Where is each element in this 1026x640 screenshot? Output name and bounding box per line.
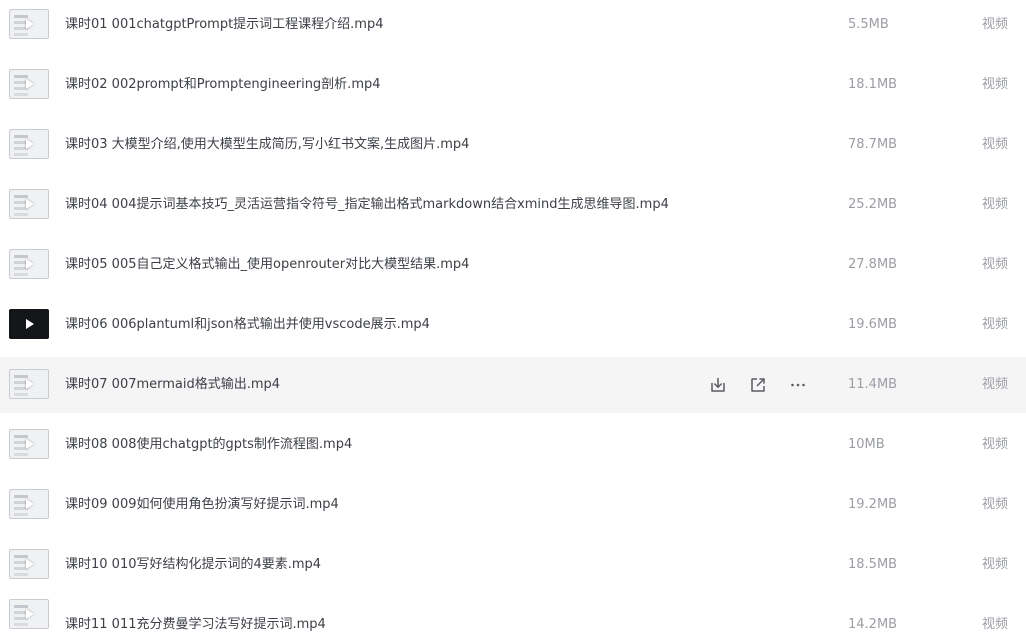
video-thumbnail-icon[interactable] [9,369,49,399]
file-type: 视频 [982,317,1009,332]
share-button[interactable] [746,373,770,397]
file-type: 视频 [982,617,1009,632]
file-list: 课时01 001chatgptPrompt提示词工程课程介绍.mp4 5.5MB… [0,0,1026,640]
video-thumbnail-icon[interactable] [9,129,49,159]
row-actions [706,373,826,397]
file-size: 14.2MB [848,617,898,632]
download-icon [711,377,725,392]
file-name[interactable]: 课时01 001chatgptPrompt提示词工程课程介绍.mp4 [65,0,384,53]
play-icon [26,609,34,619]
file-type: 视频 [982,197,1009,212]
file-name[interactable]: 课时03 大模型介绍,使用大模型生成简历,写小红书文案,生成图片.mp4 [65,117,469,173]
share-icon [751,378,765,392]
play-icon [26,139,34,149]
file-size: 19.2MB [848,497,898,512]
file-size: 27.8MB [848,257,898,272]
file-name[interactable]: 课时07 007mermaid格式输出.mp4 [65,357,280,413]
file-name[interactable]: 课时09 009如何使用角色扮演写好提示词.mp4 [65,477,339,533]
play-icon [26,199,34,209]
video-thumbnail-icon[interactable] [9,9,49,39]
download-button[interactable] [706,373,730,397]
play-icon [26,79,34,89]
file-type: 视频 [982,497,1009,512]
file-size: 10MB [848,437,885,452]
file-name[interactable]: 课时02 002prompt和Promptengineering剖析.mp4 [65,57,381,113]
video-thumbnail-icon[interactable] [9,489,49,519]
video-thumbnail-dark-icon[interactable] [9,309,49,339]
file-row-hovered[interactable]: 课时07 007mermaid格式输出.mp4 11.4MB 视频 [0,357,1026,413]
play-icon [26,19,34,29]
file-row[interactable]: 课时04 004提示词基本技巧_灵活运营指令符号_指定输出格式markdown结… [0,177,1026,233]
file-row[interactable]: 课时02 002prompt和Promptengineering剖析.mp4 1… [0,57,1026,113]
play-icon [26,319,34,329]
file-type: 视频 [982,377,1009,392]
play-icon [26,559,34,569]
more-icon [791,383,805,387]
video-thumbnail-icon[interactable] [9,189,49,219]
file-type: 视频 [982,77,1009,92]
file-row[interactable]: 课时03 大模型介绍,使用大模型生成简历,写小红书文案,生成图片.mp4 78.… [0,117,1026,173]
file-name[interactable]: 课时11 011充分费曼学习法写好提示词.mp4 [65,597,326,640]
file-size: 5.5MB [848,17,889,32]
file-type: 视频 [982,137,1009,152]
file-size: 78.7MB [848,137,898,152]
play-icon [26,259,34,269]
video-thumbnail-icon[interactable] [9,249,49,279]
file-name[interactable]: 课时06 006plantuml和json格式输出并使用vscode展示.mp4 [65,297,430,353]
video-thumbnail-icon[interactable] [9,69,49,99]
file-row[interactable]: 课时11 011充分费曼学习法写好提示词.mp4 14.2MB 视频 [0,584,1026,640]
file-row[interactable]: 课时06 006plantuml和json格式输出并使用vscode展示.mp4… [0,297,1026,353]
video-thumbnail-icon[interactable] [9,429,49,459]
file-row[interactable]: 课时01 001chatgptPrompt提示词工程课程介绍.mp4 5.5MB… [0,0,1026,53]
file-type: 视频 [982,257,1009,272]
file-size: 25.2MB [848,197,898,212]
file-size: 11.4MB [848,377,898,392]
file-name[interactable]: 课时05 005自己定义格式输出_使用openrouter对比大模型结果.mp4 [65,237,469,293]
file-row[interactable]: 课时09 009如何使用角色扮演写好提示词.mp4 19.2MB 视频 [0,477,1026,533]
file-size: 19.6MB [848,317,898,332]
video-thumbnail-icon[interactable] [9,549,49,579]
play-icon [26,379,34,389]
file-name[interactable]: 课时04 004提示词基本技巧_灵活运营指令符号_指定输出格式markdown结… [65,177,669,233]
file-row[interactable]: 课时05 005自己定义格式输出_使用openrouter对比大模型结果.mp4… [0,237,1026,293]
more-button[interactable] [786,373,810,397]
file-row[interactable]: 课时08 008使用chatgpt的gpts制作流程图.mp4 10MB 视频 [0,417,1026,473]
file-size: 18.1MB [848,77,898,92]
play-icon [26,499,34,509]
file-type: 视频 [982,17,1009,32]
file-name[interactable]: 课时08 008使用chatgpt的gpts制作流程图.mp4 [65,417,352,473]
video-thumbnail-icon[interactable] [9,599,49,629]
play-icon [26,439,34,449]
file-type: 视频 [982,437,1009,452]
